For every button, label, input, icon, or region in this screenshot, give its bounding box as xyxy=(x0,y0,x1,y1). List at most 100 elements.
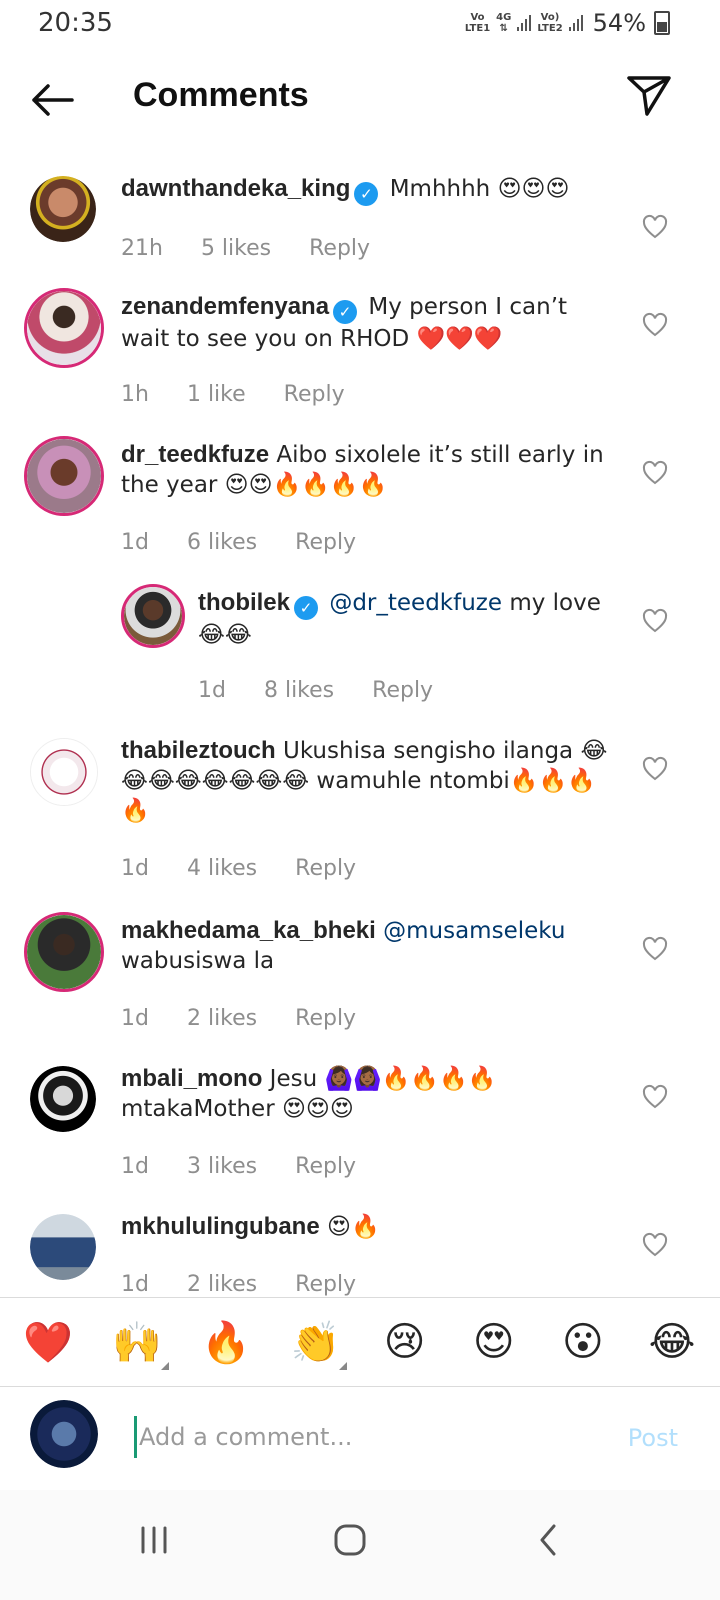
mention-link[interactable]: @musamseleku xyxy=(383,918,565,944)
reply-button[interactable]: Reply xyxy=(295,1272,356,1297)
comment-likes[interactable]: 3 likes xyxy=(187,1154,257,1179)
comment-meta: 1d 3 likes Reply xyxy=(121,1154,356,1179)
reply-button[interactable]: Reply xyxy=(295,1154,356,1179)
reply-button[interactable]: Reply xyxy=(284,382,345,407)
reply-button[interactable]: Reply xyxy=(372,678,433,703)
comment-username[interactable]: mbali_mono xyxy=(121,1065,262,1092)
comment-item: dawnthandeka_king ✓ Mmhhhh 😍😍😍 21h 5 like… xyxy=(0,170,720,280)
emoji-laughing-button[interactable]: 😂 xyxy=(642,1319,702,1365)
comment-username[interactable]: dawnthandeka_king xyxy=(121,175,350,202)
verified-badge-icon: ✓ xyxy=(333,300,358,324)
avatar[interactable] xyxy=(24,912,104,992)
comment-meta: 1d 2 likes Reply xyxy=(121,1272,356,1297)
comment-time: 1d xyxy=(121,856,149,881)
comment-body: mbali_mono Jesu 🙆🏾‍♀️🙆🏾‍♀️🔥🔥🔥🔥 mtakaMoth… xyxy=(121,1064,621,1124)
comment-composer: Post xyxy=(0,1388,720,1488)
comment-body: dr_teedkfuze Aibo sixolele it’s still ea… xyxy=(121,440,621,500)
arrow-left-icon[interactable] xyxy=(28,78,76,122)
comment-text: 😍🔥 xyxy=(326,1214,380,1240)
heart-icon[interactable] xyxy=(642,1084,668,1110)
comment-likes[interactable]: 2 likes xyxy=(187,1272,257,1297)
back-nav-icon[interactable] xyxy=(518,1510,578,1570)
paper-plane-icon[interactable] xyxy=(626,72,672,118)
avatar[interactable] xyxy=(121,584,185,648)
page-title: Comments xyxy=(133,76,309,114)
mention-link[interactable]: @dr_teedkfuze xyxy=(329,590,502,616)
battery-percent: 54% xyxy=(592,9,646,37)
heart-icon[interactable] xyxy=(642,312,668,338)
emoji-reaction-bar: ❤️ 🙌 🔥 👏 😢 😍 😮 😂 xyxy=(0,1297,720,1387)
sim2-label: LTE2 xyxy=(537,23,563,34)
verified-badge-icon: ✓ xyxy=(294,596,319,620)
avatar[interactable] xyxy=(30,1214,96,1280)
post-button[interactable]: Post xyxy=(628,1424,678,1452)
comment-time: 21h xyxy=(121,236,163,261)
comment-meta: 1d 6 likes Reply xyxy=(121,530,356,555)
heart-icon[interactable] xyxy=(642,1232,668,1258)
comment-likes[interactable]: 4 likes xyxy=(187,856,257,881)
heart-icon[interactable] xyxy=(642,608,668,634)
sim1-label: LTE1 xyxy=(464,23,491,34)
comment-time: 1d xyxy=(121,1154,149,1179)
emoji-heart-button[interactable]: ❤️ xyxy=(18,1319,78,1366)
heart-icon[interactable] xyxy=(642,756,668,782)
comment-item: thabileztouch Ukushisa sengisho ilanga 😂… xyxy=(0,732,720,902)
network-type: 4G ⇅ xyxy=(496,12,511,34)
heart-icon[interactable] xyxy=(642,460,668,486)
comment-item: makhedama_ka_bheki @musamseleku wabusisw… xyxy=(0,912,720,1052)
comment-meta: 1d 4 likes Reply xyxy=(121,856,356,881)
signal-1-icon xyxy=(517,15,532,31)
system-nav-bar xyxy=(0,1490,720,1600)
comment-username[interactable]: thabileztouch xyxy=(121,737,276,764)
emoji-fire-button[interactable]: 🔥 xyxy=(196,1319,256,1366)
comment-username[interactable]: mkhululingubane xyxy=(121,1213,320,1240)
comment-meta: 1h 1 like Reply xyxy=(121,382,345,407)
heart-icon[interactable] xyxy=(642,214,668,240)
comment-username[interactable]: thobilek xyxy=(198,589,290,616)
comment-time: 1d xyxy=(121,530,149,555)
comment-list[interactable]: dawnthandeka_king ✓ Mmhhhh 😍😍😍 21h 5 like… xyxy=(0,150,720,1320)
comment-likes[interactable]: 5 likes xyxy=(201,236,271,261)
reply-button[interactable]: Reply xyxy=(295,530,356,555)
battery-icon xyxy=(654,11,670,35)
heart-icon[interactable] xyxy=(642,936,668,962)
sim1-indicator: Vo LTE1 xyxy=(465,12,490,34)
comment-time: 1d xyxy=(121,1006,149,1031)
comment-likes[interactable]: 1 like xyxy=(187,382,246,407)
sim2-tag: Vo) xyxy=(540,12,560,23)
home-icon[interactable] xyxy=(320,1510,380,1570)
comment-meta: 21h 5 likes Reply xyxy=(121,236,370,261)
status-time: 20:35 xyxy=(38,8,113,38)
comment-body: mkhululingubane 😍🔥 xyxy=(121,1212,621,1242)
emoji-heart-eyes-button[interactable]: 😍 xyxy=(464,1319,524,1365)
my-avatar[interactable] xyxy=(30,1400,98,1468)
comment-input[interactable] xyxy=(134,1416,601,1458)
comment-text: wabusiswa la xyxy=(121,948,275,974)
emoji-surprised-button[interactable]: 😮 xyxy=(553,1319,613,1365)
emoji-clap-button[interactable]: 👏 xyxy=(285,1319,348,1370)
reply-button[interactable]: Reply xyxy=(309,236,370,261)
signal-2-icon xyxy=(568,15,583,31)
comment-time: 1d xyxy=(121,1272,149,1297)
avatar[interactable] xyxy=(30,176,96,242)
comment-likes[interactable]: 8 likes xyxy=(264,678,334,703)
avatar[interactable] xyxy=(24,288,104,368)
avatar[interactable] xyxy=(24,436,104,516)
comment-time: 1h xyxy=(121,382,149,407)
comment-username[interactable]: makhedama_ka_bheki xyxy=(121,917,376,944)
network-type-label: 4G xyxy=(496,12,512,23)
avatar[interactable] xyxy=(30,738,98,806)
recent-apps-icon[interactable] xyxy=(124,1510,184,1570)
comment-username[interactable]: zenandemfenyana xyxy=(121,293,329,320)
comment-meta: 1d 2 likes Reply xyxy=(121,1006,356,1031)
avatar[interactable] xyxy=(30,1066,96,1132)
data-arrows-icon: ⇅ xyxy=(499,23,508,34)
comment-likes[interactable]: 6 likes xyxy=(187,530,257,555)
comment-likes[interactable]: 2 likes xyxy=(187,1006,257,1031)
reply-button[interactable]: Reply xyxy=(295,856,356,881)
comment-username[interactable]: dr_teedkfuze xyxy=(121,441,269,468)
reply-button[interactable]: Reply xyxy=(295,1006,356,1031)
emoji-cry-button[interactable]: 😢 xyxy=(375,1319,435,1365)
sim2-indicator: Vo) LTE2 xyxy=(537,12,562,34)
emoji-raised-hands-button[interactable]: 🙌 xyxy=(107,1319,170,1370)
